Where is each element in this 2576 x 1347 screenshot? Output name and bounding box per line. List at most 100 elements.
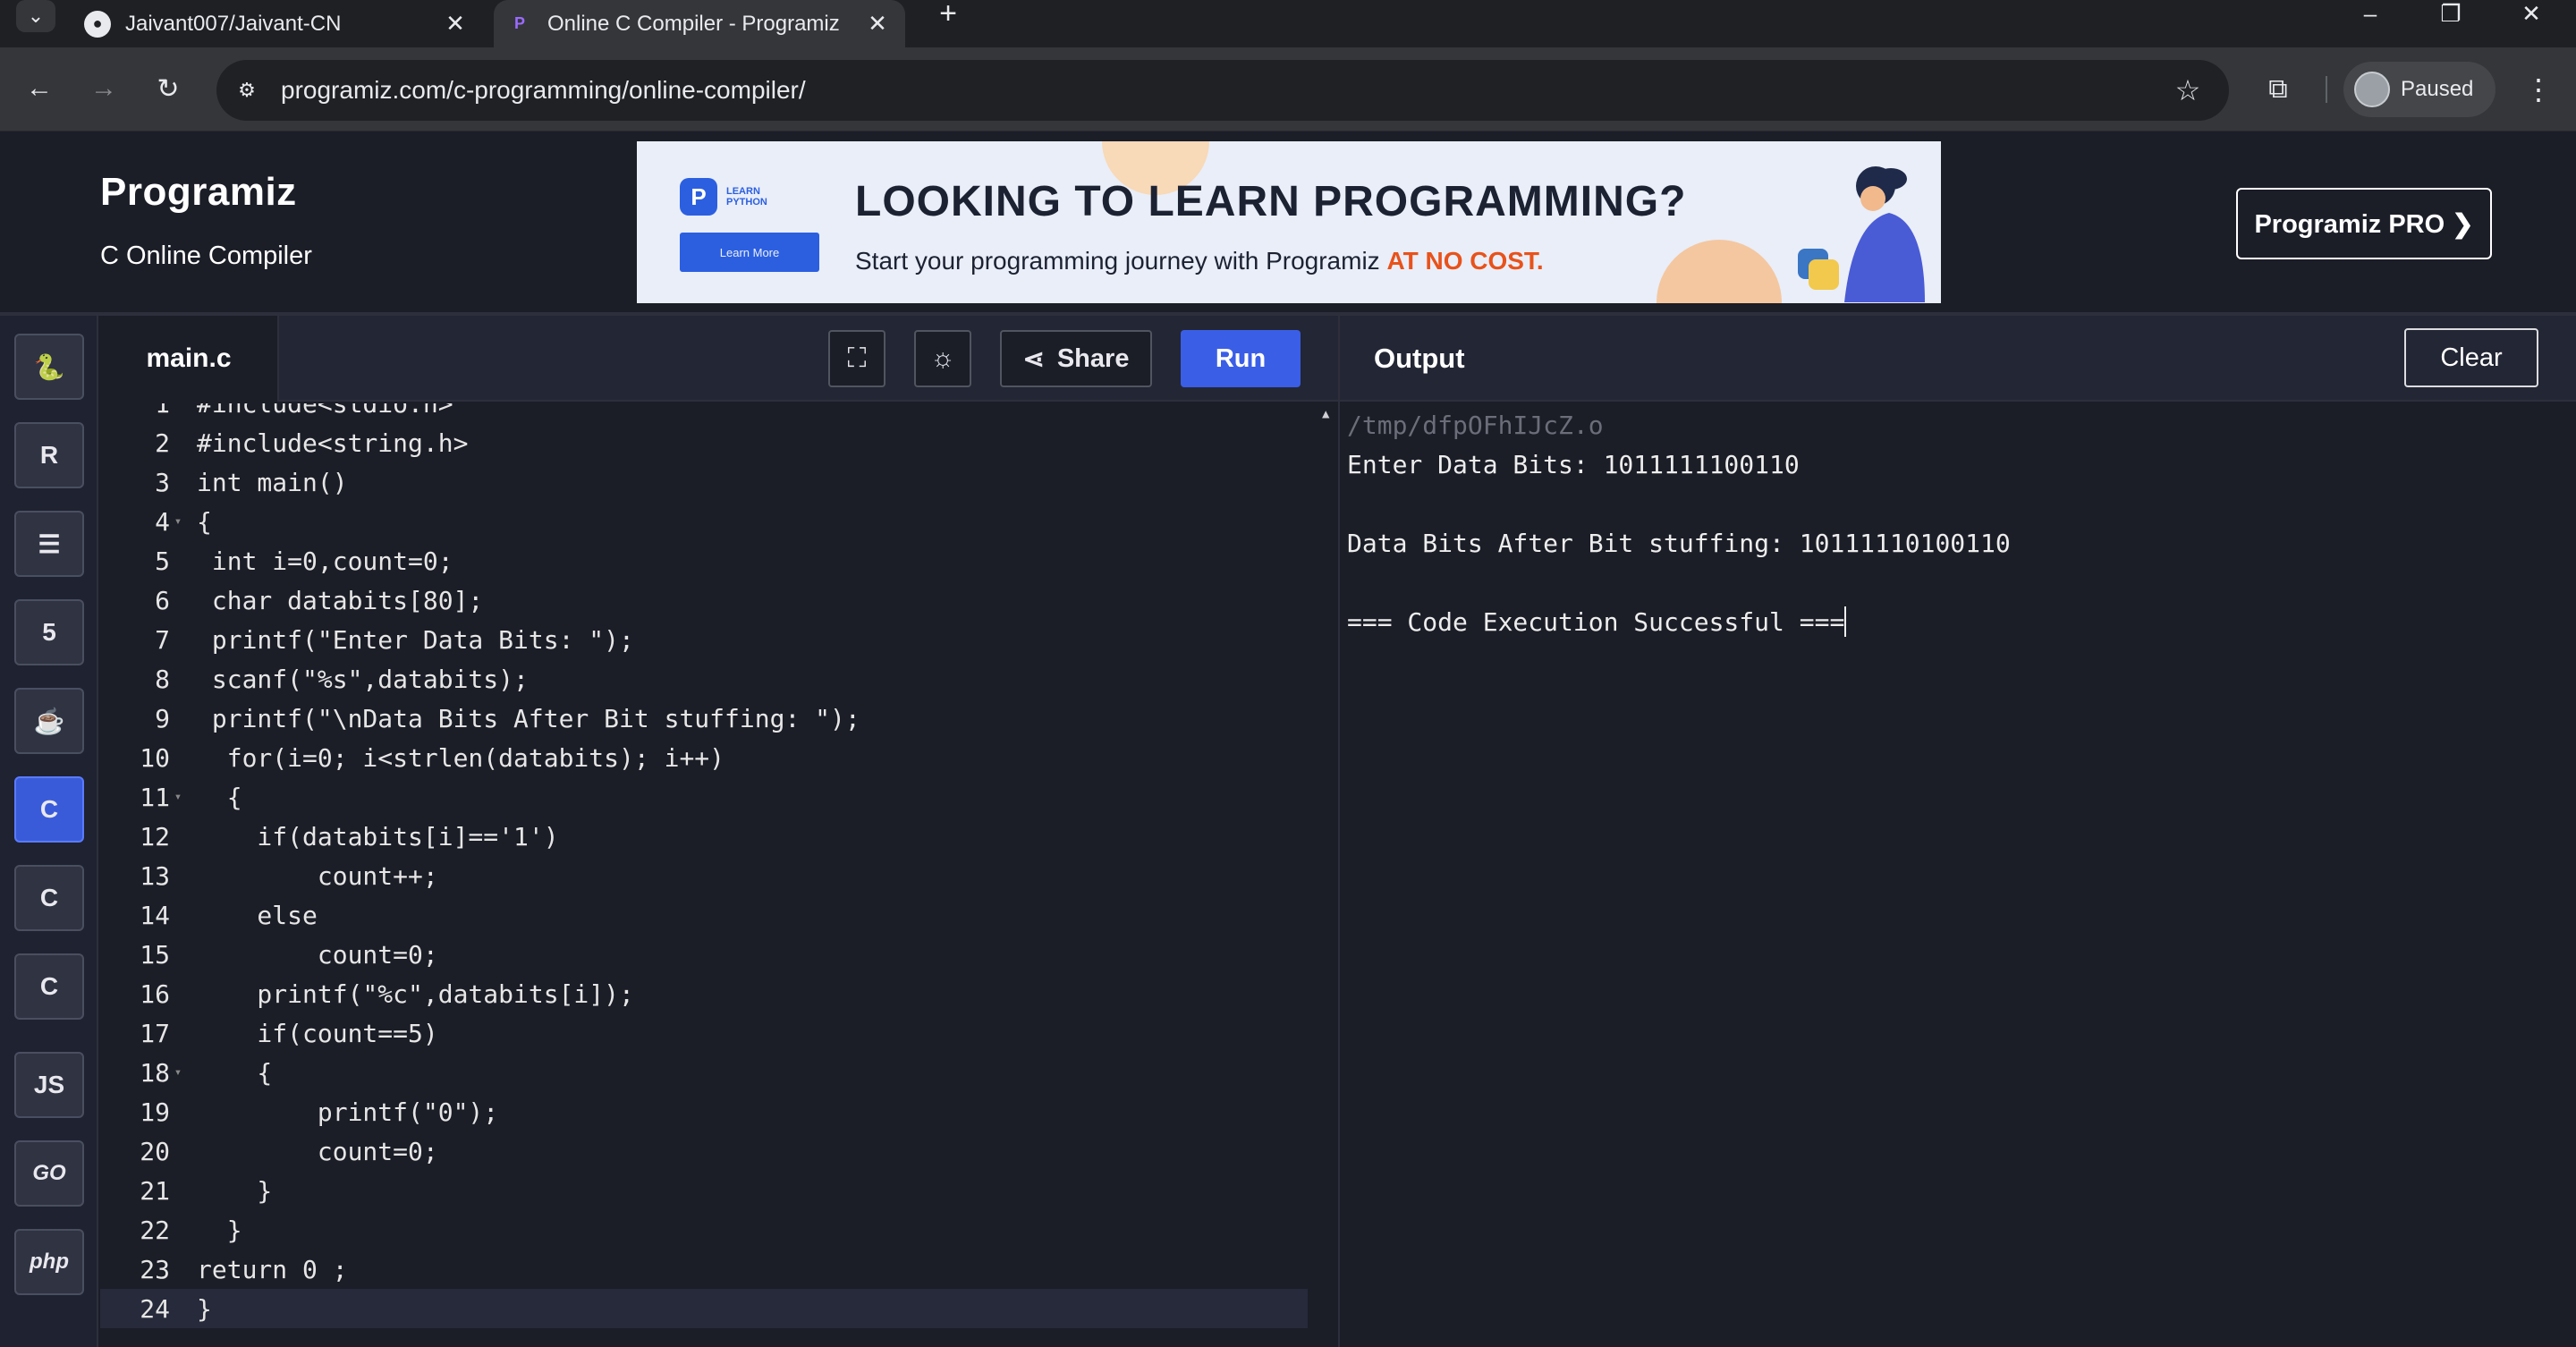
theme-toggle-icon[interactable]: ☼ <box>914 330 971 387</box>
lang-javascript[interactable]: JS <box>14 1052 84 1118</box>
code-text: printf("\nData Bits After Bit stuffing: … <box>197 703 860 733</box>
code-text: } <box>197 1215 242 1245</box>
line-number: 6 <box>155 585 170 615</box>
code-line[interactable]: 17 if(count==5) <box>100 1013 1308 1053</box>
editor-toolbar: main.c ⛶ ☼ ⋖ Share Run <box>100 316 1338 402</box>
line-number: 20 <box>140 1136 170 1166</box>
code-text: } <box>197 1175 273 1206</box>
code-line[interactable]: 5 int i=0,count=0; <box>100 541 1308 580</box>
browser-tab-github[interactable]: ● Jaivant007/Jaivant-CN ✕ <box>72 0 483 47</box>
code-line[interactable]: 1 #include<stdio.h> <box>100 403 1308 423</box>
fold-arrow-icon[interactable]: ▾ <box>170 514 186 529</box>
code-line[interactable]: 22 } <box>100 1210 1308 1250</box>
code-text: int main() <box>197 467 348 497</box>
file-tab-main-c[interactable]: main.c <box>100 316 279 402</box>
code-line[interactable]: 20 count=0; <box>100 1131 1308 1171</box>
line-number: 22 <box>140 1215 170 1245</box>
fold-arrow-icon[interactable]: ▾ <box>170 790 186 804</box>
lang-sql[interactable]: ☰ <box>14 511 84 577</box>
code-line[interactable]: 10 for(i=0; i<strlen(databits); i++) <box>100 738 1308 777</box>
url-text[interactable]: programiz.com/c-programming/online-compi… <box>281 76 2166 105</box>
bookmark-star-icon[interactable]: ☆ <box>2166 69 2209 112</box>
programiz-logo[interactable]: Programiz <box>100 170 297 215</box>
extensions-icon[interactable]: ⧉ <box>2256 67 2301 112</box>
lang-python[interactable]: 🐍 <box>14 334 84 400</box>
code-line[interactable]: 24} <box>100 1289 1308 1328</box>
code-text: printf("0"); <box>197 1097 499 1127</box>
code-line[interactable]: 19 printf("0"); <box>100 1092 1308 1131</box>
code-line[interactable]: 7 printf("Enter Data Bits: "); <box>100 620 1308 659</box>
lang-go[interactable]: GO <box>14 1140 84 1207</box>
close-window-icon[interactable]: ✕ <box>2496 0 2567 27</box>
code-line[interactable]: 14 else <box>100 895 1308 935</box>
lang-c[interactable]: C <box>14 776 84 843</box>
code-line[interactable]: 12 if(databits[i]=='1') <box>100 817 1308 856</box>
reload-icon[interactable]: ↻ <box>147 67 190 110</box>
javascript-icon: JS <box>33 1071 65 1098</box>
code-line[interactable]: 8 scanf("%s",databits); <box>100 659 1308 699</box>
browser-menu-icon[interactable]: ⋮ <box>2521 67 2556 112</box>
lang-r[interactable]: R <box>14 422 84 488</box>
code-text: scanf("%s",databits); <box>197 664 529 694</box>
run-button[interactable]: Run <box>1181 330 1301 387</box>
close-tab-icon[interactable]: ✕ <box>440 9 470 39</box>
code-line[interactable]: 11 ▾ { <box>100 777 1308 817</box>
new-tab-icon[interactable]: + <box>930 0 966 30</box>
lang-java[interactable]: ☕ <box>14 688 84 754</box>
browser-tab-programiz[interactable]: P Online C Compiler - Programiz ✕ <box>494 0 905 47</box>
banner-illustration <box>1798 166 1925 302</box>
code-text: int i=0,count=0; <box>197 546 453 576</box>
page-subtitle: C Online Compiler <box>100 241 312 270</box>
banner-decoration <box>1657 240 1782 303</box>
line-number: 3 <box>155 467 170 497</box>
output-toolbar: Output Clear <box>1340 316 2576 402</box>
clear-button[interactable]: Clear <box>2404 328 2538 387</box>
code-text: { <box>197 782 242 812</box>
code-line[interactable]: 18 ▾ { <box>100 1053 1308 1092</box>
lang-csharp[interactable]: C <box>14 953 84 1020</box>
code-line[interactable]: 13 count++; <box>100 856 1308 895</box>
code-line[interactable]: 21 } <box>100 1171 1308 1210</box>
java-icon: ☕ <box>33 707 65 735</box>
line-number: 15 <box>140 939 170 970</box>
learn-more-button[interactable]: Learn More <box>680 233 819 272</box>
fullscreen-icon[interactable]: ⛶ <box>828 330 886 387</box>
code-line[interactable]: 23 return 0 ; <box>100 1250 1308 1289</box>
output-console[interactable]: /tmp/dfpOFhIJcZ.o Enter Data Bits: 10111… <box>1340 403 2576 1347</box>
code-line[interactable]: 15 count=0; <box>100 935 1308 974</box>
lang-html[interactable]: 5 <box>14 599 84 665</box>
minimize-icon[interactable]: – <box>2334 0 2406 27</box>
tab-search-chevron-icon[interactable]: ⌄ <box>16 0 55 32</box>
back-icon[interactable]: ← <box>18 67 61 110</box>
address-bar[interactable]: ⚙ programiz.com/c-programming/online-com… <box>216 60 2229 121</box>
code-line[interactable]: 2 #include<string.h> <box>100 423 1308 462</box>
close-tab-icon[interactable]: ✕ <box>862 9 893 39</box>
code-line[interactable]: 6 char databits[80]; <box>100 580 1308 620</box>
output-line: Data Bits After Bit stuffing: 1011111010… <box>1347 528 2011 558</box>
site-info-icon[interactable]: ⚙ <box>229 72 265 108</box>
code-editor[interactable]: ▲ 1 #include<stdio.h> 2 #include<string.h> 3… <box>100 403 1338 1347</box>
github-icon: ● <box>84 10 111 38</box>
badge-line-2: PYTHON <box>726 197 767 208</box>
php-icon: php <box>30 1250 69 1274</box>
profile-button[interactable]: Paused <box>2343 62 2496 117</box>
banner-sub-text: Start your programming journey with Prog… <box>855 247 1387 275</box>
lang-cpp[interactable]: C <box>14 865 84 931</box>
forward-icon[interactable]: → <box>82 67 125 110</box>
scroll-up-icon[interactable]: ▲ <box>1322 407 1329 421</box>
line-number: 23 <box>140 1254 170 1284</box>
banner-subtitle: Start your programming journey with Prog… <box>855 247 1544 275</box>
fold-arrow-icon[interactable]: ▾ <box>170 1065 186 1080</box>
output-line: === Code Execution Successful === <box>1347 606 1845 637</box>
output-line: Enter Data Bits: 1011111100110 <box>1347 449 1800 479</box>
code-line[interactable]: 9 printf("\nData Bits After Bit stuffing… <box>100 699 1308 738</box>
code-line[interactable]: 4 ▾ { <box>100 502 1308 541</box>
ad-banner[interactable]: P LEARN PYTHON Learn More LOOKING TO LEA… <box>637 141 1941 303</box>
restore-icon[interactable]: ❐ <box>2415 0 2487 27</box>
code-line[interactable]: 3 int main() <box>100 462 1308 502</box>
code-line[interactable]: 16 printf("%c",databits[i]); <box>100 974 1308 1013</box>
programiz-pro-button[interactable]: Programiz PRO ❯ <box>2236 188 2492 259</box>
share-button[interactable]: ⋖ Share <box>1000 330 1152 387</box>
editor-panel: main.c ⛶ ☼ ⋖ Share Run ▲ 1 #include<stdio… <box>100 316 1338 1347</box>
lang-php[interactable]: php <box>14 1229 84 1295</box>
